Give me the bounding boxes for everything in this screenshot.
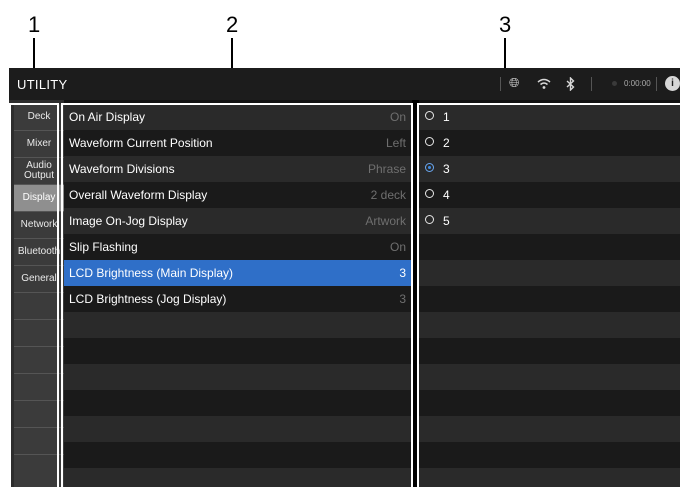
setting-row-waveform-divisions[interactable]: Waveform Divisions Phrase	[64, 156, 412, 182]
setting-label: Overall Waveform Display	[69, 188, 208, 202]
tab-empty	[14, 401, 64, 428]
tab-network[interactable]: Network	[14, 212, 64, 239]
setting-label: On Air Display	[69, 110, 146, 124]
setting-row-lcd-brightness-main[interactable]: LCD Brightness (Main Display) 3	[64, 260, 412, 286]
empty-row	[64, 364, 412, 390]
record-dot-icon	[612, 81, 617, 86]
radio-button[interactable]	[425, 215, 434, 224]
option-row-2[interactable]: 2	[419, 130, 680, 156]
time-separator	[656, 77, 657, 91]
option-label: 3	[443, 162, 450, 176]
status-separator	[591, 77, 592, 91]
title-bar: UTILITY 🌐︎ 0:00:00 i	[9, 68, 680, 100]
globe-icon[interactable]: 🌐︎	[509, 76, 519, 89]
option-label: 1	[443, 110, 450, 124]
title-separator	[500, 77, 501, 91]
setting-row-lcd-brightness-jog[interactable]: LCD Brightness (Jog Display) 3	[64, 286, 412, 312]
empty-option-row	[419, 286, 680, 312]
setting-value: Phrase	[367, 162, 406, 176]
setting-row-image-on-jog-display[interactable]: Image On-Jog Display Artwork	[64, 208, 412, 234]
tab-empty	[14, 320, 64, 347]
empty-row	[64, 338, 412, 364]
callout-2: 2	[226, 12, 239, 37]
empty-option-row	[419, 416, 680, 442]
category-tab-list: Deck Mixer Audio Output Display Network …	[14, 104, 64, 487]
setting-label: Slip Flashing	[69, 240, 138, 254]
category-column: Deck Mixer Audio Output Display Network …	[9, 100, 64, 487]
empty-option-row	[419, 260, 680, 286]
setting-label: LCD Brightness (Jog Display)	[69, 292, 227, 306]
radio-button[interactable]	[425, 137, 434, 146]
setting-row-overall-waveform-display[interactable]: Overall Waveform Display 2 deck	[64, 182, 412, 208]
setting-value: Artwork	[365, 214, 406, 228]
radio-button-selected[interactable]	[425, 163, 434, 172]
page-title: UTILITY	[17, 77, 68, 92]
setting-label: Image On-Jog Display	[69, 214, 188, 228]
empty-option-row	[419, 338, 680, 364]
tab-deck[interactable]: Deck	[14, 104, 64, 131]
tab-mixer[interactable]: Mixer	[14, 131, 64, 158]
options-column: 1 2 3 4 5	[419, 100, 680, 487]
empty-option-row	[419, 364, 680, 390]
tab-bluetooth[interactable]: Bluetooth	[14, 239, 64, 266]
tab-empty	[14, 374, 64, 401]
setting-value: 2 deck	[370, 188, 406, 202]
setting-row-slip-flashing[interactable]: Slip Flashing On	[64, 234, 412, 260]
tab-empty	[14, 428, 64, 455]
setting-value: 3	[399, 292, 406, 306]
empty-option-row	[419, 312, 680, 338]
empty-option-row	[419, 234, 680, 260]
tab-display[interactable]: Display	[14, 185, 64, 212]
time-display: 0:00:00	[624, 79, 651, 88]
setting-value: Left	[385, 136, 406, 150]
tab-general[interactable]: General	[14, 266, 64, 293]
empty-row	[64, 390, 412, 416]
empty-row	[64, 312, 412, 338]
setting-row-waveform-current-position[interactable]: Waveform Current Position Left	[64, 130, 412, 156]
utility-screen: UTILITY 🌐︎ 0:00:00 i Deck Mixer Audio Ou…	[9, 68, 680, 487]
setting-label: Waveform Current Position	[69, 136, 213, 150]
option-label: 4	[443, 188, 450, 202]
option-row-4[interactable]: 4	[419, 182, 680, 208]
empty-row	[64, 442, 412, 468]
setting-row-on-air-display[interactable]: On Air Display On	[64, 104, 412, 130]
empty-row	[64, 468, 412, 487]
callout-3: 3	[499, 12, 512, 37]
empty-row	[64, 416, 412, 442]
setting-label: Waveform Divisions	[69, 162, 175, 176]
option-row-3[interactable]: 3	[419, 156, 680, 182]
option-label: 2	[443, 136, 450, 150]
setting-value: On	[389, 110, 406, 124]
tab-audio-output[interactable]: Audio Output	[14, 158, 64, 185]
setting-label: LCD Brightness (Main Display)	[69, 266, 234, 280]
empty-option-row	[419, 390, 680, 416]
setting-value: On	[389, 240, 406, 254]
callout-1: 1	[28, 12, 41, 37]
tab-empty	[14, 347, 64, 374]
option-row-5[interactable]: 5	[419, 208, 680, 234]
setting-value: 3	[399, 266, 406, 280]
option-label: 5	[443, 214, 450, 228]
tab-empty	[14, 455, 64, 487]
tab-empty	[14, 293, 64, 320]
radio-button[interactable]	[425, 189, 434, 198]
info-icon[interactable]: i	[665, 76, 680, 91]
radio-button[interactable]	[425, 111, 434, 120]
wifi-icon[interactable]	[537, 78, 551, 90]
bluetooth-icon[interactable]	[566, 77, 575, 91]
settings-column: On Air Display On Waveform Current Posit…	[64, 100, 412, 487]
option-row-1[interactable]: 1	[419, 104, 680, 130]
empty-option-row	[419, 468, 680, 487]
empty-option-row	[419, 442, 680, 468]
